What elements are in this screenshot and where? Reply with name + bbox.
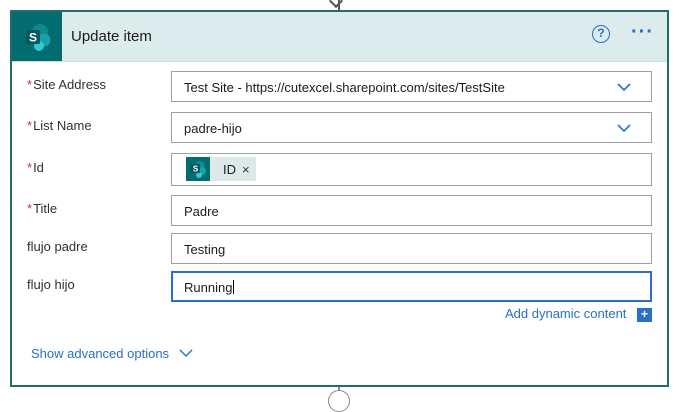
connector-arrow-icon (328, 0, 344, 9)
required-asterisk: * (27, 160, 33, 175)
site-address-dropdown[interactable]: Test Site - https://cutexcel.sharepoint.… (171, 71, 652, 102)
chevron-down-icon[interactable] (179, 348, 193, 358)
question-circle-icon[interactable]: ? (592, 25, 610, 43)
close-icon[interactable]: × (242, 162, 256, 177)
sharepoint-logo-box: S (12, 12, 62, 61)
site-address-label: *Site Address (27, 77, 106, 92)
id-input[interactable]: S ID × (171, 153, 652, 186)
sharepoint-icon: S (186, 157, 210, 181)
flujo-padre-input[interactable]: Testing (171, 233, 652, 264)
flujo-padre-value: Testing (184, 242, 226, 257)
card-header[interactable]: S Update item ? ··· (12, 12, 667, 62)
card-title[interactable]: Update item (71, 28, 152, 45)
site-address-value: Test Site - https://cutexcel.sharepoint.… (184, 80, 505, 95)
flujo-hijo-text: Running (184, 280, 233, 295)
required-asterisk: * (27, 77, 33, 92)
svg-text:S: S (29, 31, 37, 45)
title-input[interactable]: Padre (171, 195, 652, 226)
show-advanced-options-link[interactable]: Show advanced options (31, 346, 169, 361)
flujo-hijo-value: Running (184, 280, 235, 295)
id-token-label: ID (223, 161, 236, 177)
add-step-circle-icon[interactable] (328, 390, 350, 412)
title-value: Padre (184, 204, 219, 219)
required-asterisk: * (27, 201, 33, 216)
ellipsis-icon[interactable]: ··· (631, 22, 654, 42)
add-dynamic-content-link[interactable]: Add dynamic content (505, 306, 626, 321)
plus-icon[interactable]: + (637, 308, 652, 322)
site-address-label-text: Site Address (33, 77, 107, 92)
title-label-text: Title (33, 201, 58, 216)
id-label-text: Id (33, 160, 44, 175)
id-label: *Id (27, 160, 44, 175)
chevron-down-icon[interactable] (617, 80, 631, 94)
update-item-card: S Update item ? ··· *Site Address Test S… (10, 10, 669, 387)
flujo-hijo-input[interactable]: Running (171, 271, 652, 302)
text-caret (233, 280, 235, 294)
list-name-label: *List Name (27, 118, 92, 133)
list-name-label-text: List Name (33, 118, 92, 133)
chevron-down-icon[interactable] (617, 121, 631, 135)
svg-text:S: S (193, 165, 199, 174)
id-dynamic-token[interactable]: S ID × (186, 157, 256, 181)
list-name-dropdown[interactable]: padre-hijo (171, 112, 652, 143)
list-name-value: padre-hijo (184, 121, 242, 136)
flujo-hijo-label: flujo hijo (27, 277, 75, 292)
flujo-padre-label: flujo padre (27, 239, 88, 254)
sharepoint-icon: S (26, 24, 51, 51)
title-label: *Title (27, 201, 57, 216)
required-asterisk: * (27, 118, 33, 133)
